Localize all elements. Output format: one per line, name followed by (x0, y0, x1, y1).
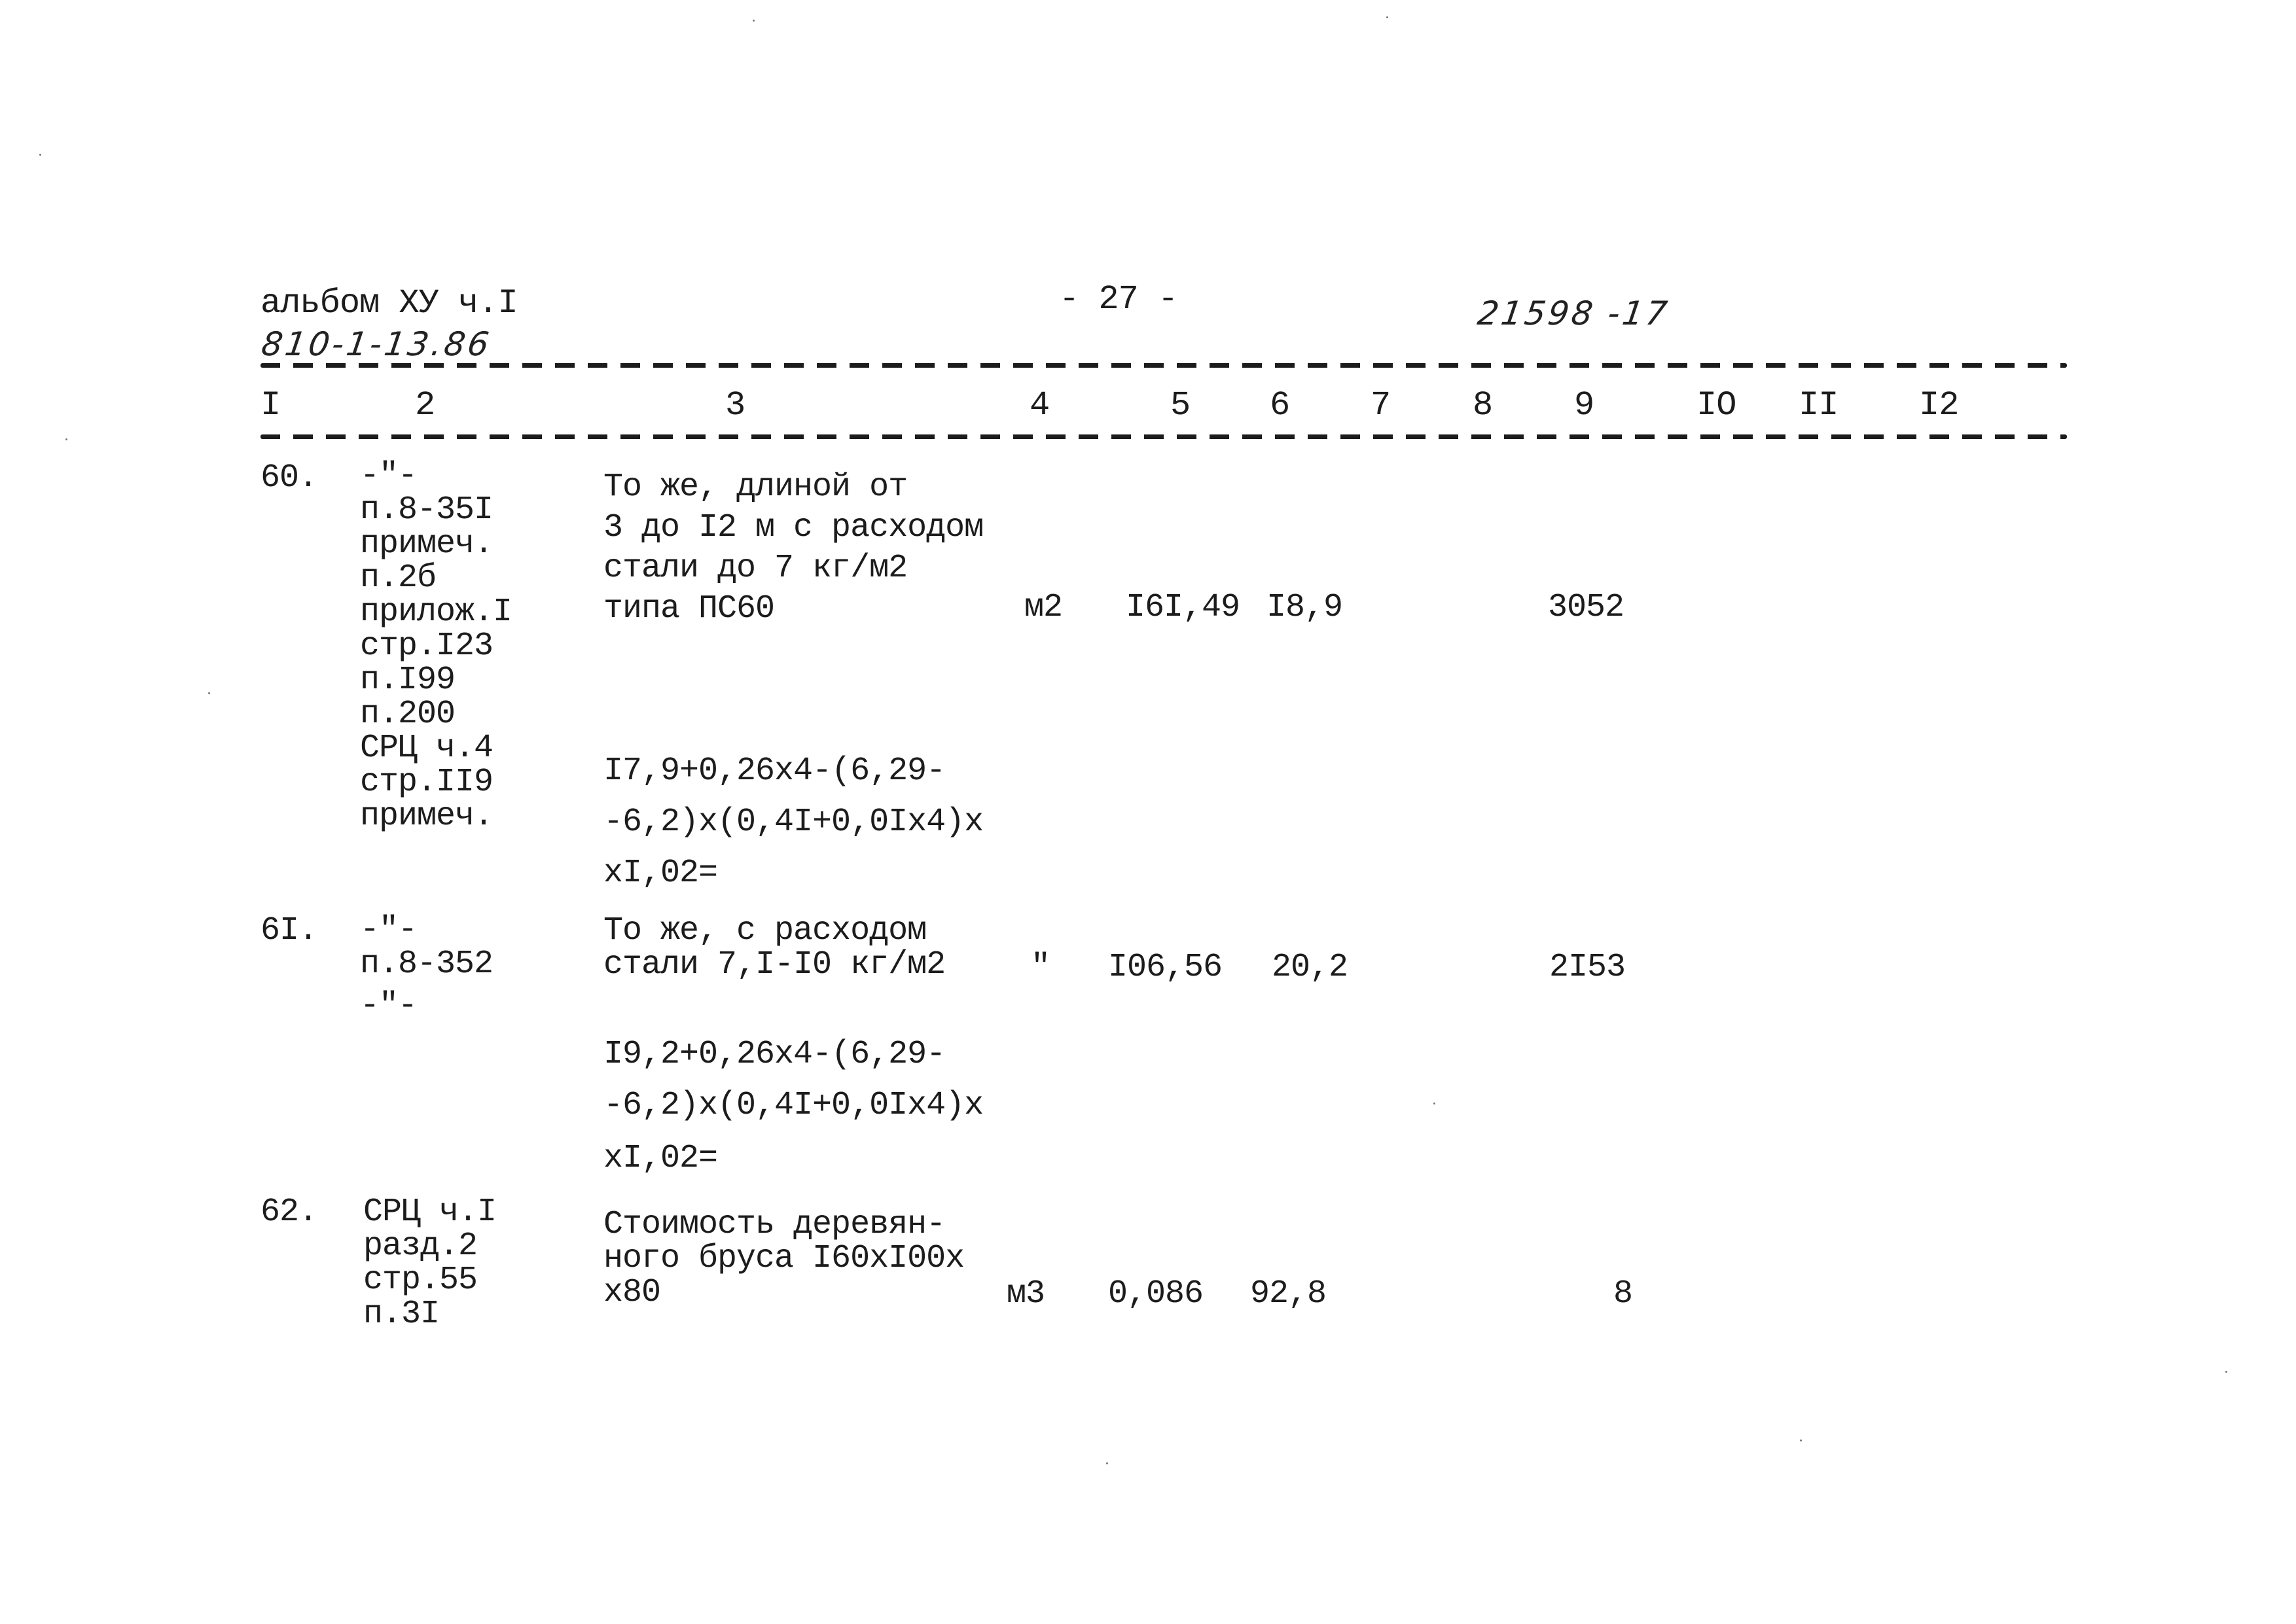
reference-line: стр.55 (363, 1262, 478, 1299)
reference-line: прилож.I (360, 593, 512, 631)
album-title: альбом ХУ ч.I (260, 284, 518, 323)
column-header-1: I (260, 386, 281, 425)
scan-speck (65, 438, 67, 440)
column-header-9: 9 (1574, 386, 1594, 425)
description-line: То же, длиной от (603, 468, 908, 506)
reference-line: -"- (360, 457, 418, 495)
column-header-7: 7 (1371, 386, 1391, 425)
scan-speck (753, 20, 755, 22)
header-divider-bottom (260, 434, 2067, 439)
page-number: - 27 - (1059, 280, 1178, 319)
row-number: 60. (260, 459, 318, 497)
value-col9: 3052 (1548, 589, 1624, 626)
header-divider-top (260, 363, 2067, 368)
description-line: типа ПС60 (603, 590, 775, 627)
reference-line: п.3I (363, 1296, 440, 1333)
reference-line: разд.2 (363, 1227, 478, 1265)
column-header-11: II (1799, 386, 1839, 425)
description-line: 3 до I2 м с расходом (603, 509, 984, 546)
value-col9: 2I53 (1549, 949, 1626, 986)
scan-speck (39, 154, 41, 156)
column-header-3: 3 (725, 386, 745, 425)
reference-line: стр.II9 (360, 764, 493, 801)
column-header-8: 8 (1473, 386, 1493, 425)
column-header-5: 5 (1170, 386, 1191, 425)
description-line: стали до 7 кг/м2 (603, 550, 908, 587)
reference-line: п.8-35I (360, 491, 493, 529)
value-col6: I8,9 (1266, 589, 1343, 626)
calculation-line: xI,02= (603, 855, 718, 892)
scan-speck (2225, 1371, 2227, 1373)
row-calculation: I7,9+0,26x4-(6,29- -6,2)x(0,4I+0,0Ix4)x … (603, 746, 984, 899)
description-line: x80 (603, 1274, 661, 1311)
description-line: То же, с расходом (603, 912, 927, 949)
quantity-col5: 0,086 (1108, 1275, 1204, 1313)
reference-line: СРЦ ч.I (363, 1193, 497, 1231)
scan-speck (208, 692, 210, 694)
unit-ditto: " (1031, 949, 1050, 986)
row-calculation: I9,2+0,26x4-(6,29- -6,2)x(0,4I+0,0Ix4)x … (603, 1029, 984, 1186)
column-header-6: 6 (1270, 386, 1290, 425)
album-code-handwritten: 810-1-13.86 (259, 325, 494, 363)
value-col6: 20,2 (1272, 949, 1348, 986)
quantity-col5: I06,56 (1108, 949, 1223, 986)
value-col9: 8 (1613, 1275, 1633, 1313)
row-description: Стоимость деревян- ного бруса I60xI00x x… (603, 1206, 965, 1311)
calculation-line: -6,2)x(0,4I+0,0Ix4)x (603, 803, 984, 841)
document-number-handwritten: 21598 -17 (1475, 294, 1672, 332)
row-references: -"- п.8-352 -"- (360, 913, 493, 1023)
calculation-line: I9,2+0,26x4-(6,29- (603, 1036, 946, 1073)
calculation-line: -6,2)x(0,4I+0,0Ix4)x (603, 1087, 984, 1124)
reference-line: стр.I23 (360, 627, 493, 665)
reference-line: п.2б (360, 559, 437, 597)
column-header-12: I2 (1919, 386, 1959, 425)
reference-line: -"- (360, 911, 418, 949)
scan-speck (1800, 1439, 1802, 1441)
unit: м2 (1024, 589, 1063, 626)
reference-line: п.200 (360, 696, 456, 733)
column-header-4: 4 (1030, 386, 1050, 425)
unit: м3 (1007, 1275, 1045, 1313)
description-line: Стоимость деревян- (603, 1206, 946, 1243)
reference-line: примеч. (360, 525, 493, 563)
column-header-10: IO (1696, 386, 1736, 425)
reference-line: п.I99 (360, 662, 456, 699)
row-number: 6I. (260, 912, 318, 949)
calculation-line: I7,9+0,26x4-(6,29- (603, 752, 946, 790)
reference-line: СРЦ ч.4 (360, 730, 493, 767)
description-line: стали 7,I-I0 кг/м2 (603, 946, 946, 983)
quantity-col5: I6I,49 (1126, 589, 1240, 626)
calculation-line: xI,02= (603, 1140, 718, 1177)
value-col6: 92,8 (1250, 1275, 1327, 1313)
document-page: альбом ХУ ч.I 810-1-13.86 - 27 - 21598 -… (0, 0, 2296, 1624)
row-number: 62. (260, 1193, 318, 1231)
row-references: -"- п.8-35I примеч. п.2б прилож.I стр.I2… (360, 459, 512, 834)
column-header-2: 2 (415, 386, 435, 425)
reference-line: примеч. (360, 798, 493, 835)
scan-speck (1433, 1103, 1435, 1104)
description-line: ного бруса I60xI00x (603, 1240, 965, 1277)
reference-line: п.8-352 (360, 945, 493, 983)
scan-speck (1386, 16, 1388, 18)
reference-line: -"- (360, 987, 418, 1025)
row-references: СРЦ ч.I разд.2 стр.55 п.3I (363, 1193, 497, 1333)
scan-speck (1106, 1462, 1108, 1464)
row-description: То же, с расходом стали 7,I-I0 кг/м2 (603, 912, 946, 983)
row-description: То же, длиной от 3 до I2 м с расходом ст… (603, 467, 984, 629)
